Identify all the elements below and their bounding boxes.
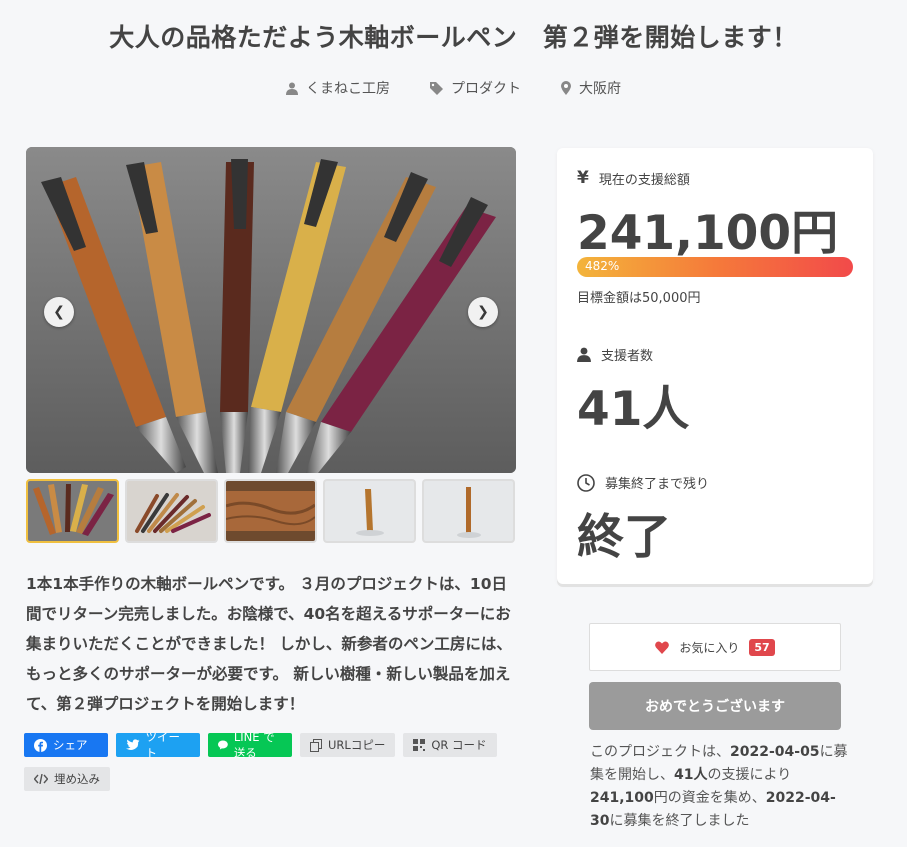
thumbnail-image	[127, 481, 216, 541]
backers-count: 41人	[577, 382, 690, 437]
copy-icon	[310, 738, 322, 752]
qr-code-label: QR コード	[431, 738, 487, 752]
remaining-label: 募集終了まで残り	[605, 477, 710, 492]
favorite-button[interactable]: お気に入り 57	[589, 623, 841, 671]
qr-code-button[interactable]: QR コード	[403, 733, 497, 757]
user-icon	[577, 347, 591, 362]
tag-icon	[430, 81, 443, 95]
favorite-label: お気に入り	[679, 640, 740, 655]
chevron-left-icon: ❮	[53, 304, 65, 320]
share-buttons: シェア ツイート LINE で送る URLコピー QR コード 埋め込み	[24, 730, 524, 791]
clock-icon	[577, 473, 595, 492]
favorite-count-badge: 57	[749, 638, 775, 656]
summary-text: 円の資金を集め、	[653, 790, 766, 806]
yen-icon: ¥	[577, 168, 589, 188]
heart-icon	[655, 640, 670, 654]
line-share-label: LINE で送る	[233, 730, 275, 760]
twitter-share-button[interactable]: ツイート	[116, 730, 200, 760]
thumbnail-4[interactable]	[323, 479, 416, 543]
facebook-icon	[34, 738, 47, 752]
thumbnail-image	[226, 481, 315, 541]
project-description: 1本1本手作りの木軸ボールペンです。 ３月のプロジェクトは、10日間でリターン完…	[26, 575, 512, 713]
summary-start-date: 2022-04-05	[730, 744, 820, 760]
carousel-prev-button[interactable]: ❮	[44, 297, 74, 327]
line-share-button[interactable]: LINE で送る	[208, 730, 292, 760]
qr-code-icon	[413, 739, 426, 751]
thumbnail-5[interactable]	[422, 479, 515, 543]
category-name: プロダクト	[451, 81, 521, 97]
facebook-share-button[interactable]: シェア	[24, 733, 108, 757]
thumbnail-2[interactable]	[125, 479, 218, 543]
remaining-time: 終了	[577, 510, 671, 565]
summary-backers: 41人	[674, 767, 708, 783]
code-icon	[34, 774, 48, 784]
owner-name: くまねこ工房	[306, 81, 390, 97]
thumbnail-image	[424, 481, 513, 541]
amount-label-row: ¥ 現在の支援総額	[577, 168, 690, 188]
line-icon	[218, 740, 228, 750]
thumbnail-image	[28, 481, 117, 541]
backers-label: 支援者数	[601, 349, 654, 364]
map-pin-icon	[561, 81, 571, 95]
location-link[interactable]: 大阪府	[561, 78, 621, 98]
category-link[interactable]: プロダクト	[430, 78, 521, 98]
thumbnail-image	[325, 481, 414, 541]
project-meta: くまねこ工房 プロダクト 大阪府	[0, 78, 907, 98]
funding-amount: 241,100円	[577, 206, 839, 261]
thumbnail-strip	[26, 479, 516, 543]
amount-label: 現在の支援総額	[598, 172, 690, 188]
remaining-label-row: 募集終了まで残り	[577, 473, 709, 492]
facebook-share-label: シェア	[53, 738, 88, 752]
summary-text: に募集を終了しました	[609, 813, 750, 829]
funding-progress-bar: 482%	[577, 257, 853, 277]
summary-text: このプロジェクトは、	[590, 744, 730, 760]
thumbnail-1[interactable]	[26, 479, 119, 543]
user-icon	[286, 82, 298, 95]
url-copy-label: URLコピー	[328, 738, 386, 752]
project-status-button: おめでとうございます	[589, 682, 841, 730]
goal-amount: 目標金額は50,000円	[577, 291, 701, 306]
thumbnail-3[interactable]	[224, 479, 317, 543]
url-copy-button[interactable]: URLコピー	[300, 733, 396, 757]
embed-button[interactable]: 埋め込み	[24, 767, 110, 791]
main-photo	[26, 147, 516, 473]
carousel-next-button[interactable]: ❯	[468, 297, 498, 327]
backers-label-row: 支援者数	[577, 345, 653, 364]
twitter-share-label: ツイート	[145, 730, 181, 760]
funding-percent: 482%	[585, 259, 620, 273]
summary-text: の支援により	[707, 767, 792, 783]
funding-stats-card: ¥ 現在の支援総額 241,100円 482% 目標金額は50,000円 支援者…	[557, 148, 873, 584]
location-name: 大阪府	[579, 81, 621, 97]
project-summary: このプロジェクトは、2022-04-05に募集を開始し、41人の支援により241…	[590, 741, 850, 833]
summary-amount: 241,100	[590, 790, 654, 806]
twitter-icon	[126, 739, 140, 750]
chevron-right-icon: ❯	[477, 304, 489, 320]
image-carousel[interactable]: ❮ ❯	[26, 147, 516, 473]
project-title: 大人の品格ただよう木軸ボールペン 第２弾を開始します！	[109, 23, 798, 52]
embed-label: 埋め込み	[54, 772, 100, 786]
owner-link[interactable]: くまねこ工房	[286, 78, 390, 98]
